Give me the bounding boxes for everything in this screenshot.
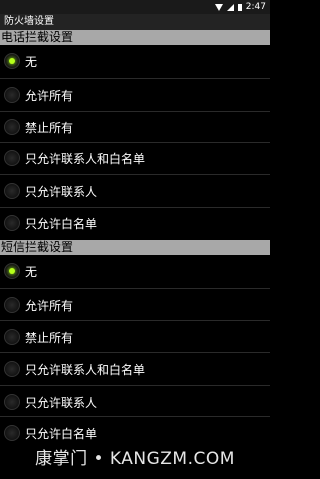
wifi-icon xyxy=(214,3,223,11)
option-label: 禁止所有 xyxy=(25,120,74,135)
signal-icon xyxy=(226,3,234,11)
status-bar: 2:47 xyxy=(0,0,270,14)
option-label: 只允许白名单 xyxy=(25,426,98,441)
call-option-contacts-whitelist[interactable]: 只允许联系人和白名单 xyxy=(0,143,270,173)
option-label: 无 xyxy=(25,54,38,69)
battery-icon xyxy=(237,3,242,11)
radio-icon[interactable] xyxy=(4,263,20,279)
option-label: 只允许联系人和白名单 xyxy=(25,151,146,166)
radio-icon[interactable] xyxy=(4,394,20,410)
radio-icon[interactable] xyxy=(4,119,20,135)
option-label: 只允许联系人和白名单 xyxy=(25,362,146,377)
option-label: 只允许联系人 xyxy=(25,395,98,410)
divider xyxy=(0,288,270,289)
radio-icon[interactable] xyxy=(4,329,20,345)
radio-icon[interactable] xyxy=(4,361,20,377)
radio-icon[interactable] xyxy=(4,150,20,166)
radio-icon[interactable] xyxy=(4,53,20,69)
sms-section-header: 短信拦截设置 xyxy=(0,240,270,255)
option-label: 只允许白名单 xyxy=(25,216,98,231)
radio-icon[interactable] xyxy=(4,215,20,231)
option-label: 允许所有 xyxy=(25,298,74,313)
option-label: 允许所有 xyxy=(25,88,74,103)
call-option-none[interactable]: 无 xyxy=(0,46,270,76)
divider xyxy=(0,352,270,353)
divider xyxy=(0,78,270,79)
divider xyxy=(0,385,270,386)
radio-icon[interactable] xyxy=(4,297,20,313)
sms-option-contacts-whitelist[interactable]: 只允许联系人和白名单 xyxy=(0,354,270,384)
sms-option-contacts-only[interactable]: 只允许联系人 xyxy=(0,387,270,417)
sms-option-none[interactable]: 无 xyxy=(0,256,270,286)
call-option-allow-all[interactable]: 允许所有 xyxy=(0,80,270,110)
option-label: 只允许联系人 xyxy=(25,184,98,199)
option-label: 无 xyxy=(25,264,38,279)
watermark: 康掌门 • KANGZM.COM xyxy=(35,449,235,469)
status-time: 2:47 xyxy=(245,2,266,12)
option-label: 禁止所有 xyxy=(25,330,74,345)
radio-icon[interactable] xyxy=(4,425,20,441)
sms-option-block-all[interactable]: 禁止所有 xyxy=(0,322,270,352)
call-section-header: 电话拦截设置 xyxy=(0,30,270,45)
divider xyxy=(0,416,270,417)
radio-icon[interactable] xyxy=(4,183,20,199)
call-option-block-all[interactable]: 禁止所有 xyxy=(0,112,270,142)
sms-option-allow-all[interactable]: 允许所有 xyxy=(0,290,270,320)
call-option-contacts-only[interactable]: 只允许联系人 xyxy=(0,176,270,206)
page-title: 防火墙设置 xyxy=(0,14,270,30)
radio-icon[interactable] xyxy=(4,87,20,103)
divider xyxy=(0,174,270,175)
divider xyxy=(0,320,270,321)
call-option-whitelist-only[interactable]: 只允许白名单 xyxy=(0,208,270,238)
